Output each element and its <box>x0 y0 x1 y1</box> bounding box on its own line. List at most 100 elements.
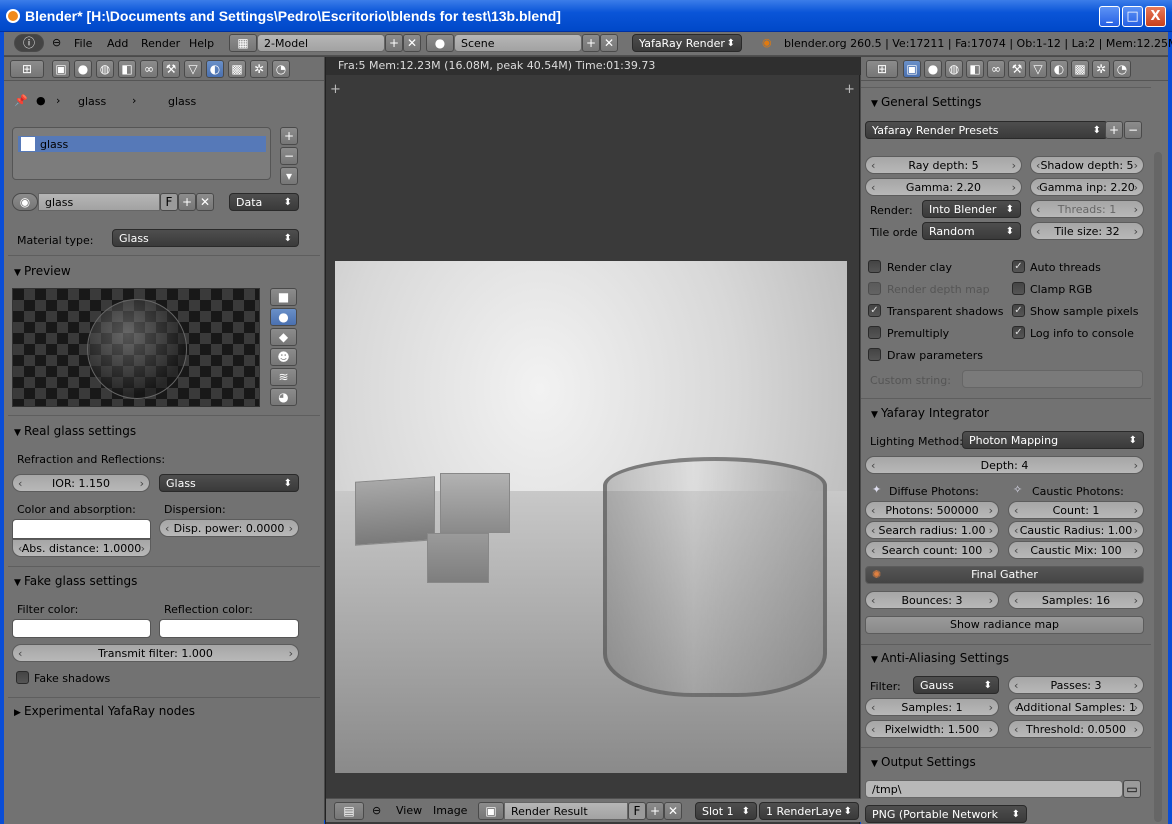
collapse-icon[interactable]: ⊖ <box>372 804 381 817</box>
render-depth-map-checkbox[interactable] <box>868 282 881 295</box>
remove-slot-icon[interactable]: − <box>280 147 298 165</box>
lighting-method-select[interactable]: Photon Mapping <box>962 431 1144 449</box>
image-browse-icon[interactable]: ▣ <box>478 802 504 820</box>
tile-size-field[interactable]: Tile size: 32 <box>1030 222 1144 240</box>
aa-filter-select[interactable]: Gauss <box>913 676 999 694</box>
caustic-radius-field[interactable]: Caustic Radius: 1.00 <box>1008 521 1144 539</box>
menu-render[interactable]: Render <box>141 37 180 50</box>
editor-type-info-icon[interactable]: ⓘ <box>14 34 44 52</box>
real-glass-header[interactable]: ▼ Real glass settings <box>14 424 136 438</box>
aa-samples-field[interactable]: Samples: 1 <box>865 698 999 716</box>
integrator-header[interactable]: ▼ Yafaray Integrator <box>871 406 989 420</box>
particles-tab-icon[interactable]: ✲ <box>250 60 268 78</box>
render-clay-checkbox[interactable] <box>868 260 881 273</box>
remove-scene-icon[interactable]: ✕ <box>600 34 618 52</box>
reflection-color-swatch[interactable] <box>159 619 299 638</box>
threshold-field[interactable]: Threshold: 0.0500 <box>1008 720 1144 738</box>
custom-string-input[interactable] <box>962 370 1143 388</box>
material-slot-row[interactable]: glass <box>18 136 266 152</box>
menu-add[interactable]: Add <box>107 37 128 50</box>
add-scene-icon[interactable]: + <box>582 34 600 52</box>
transmit-filter-field[interactable]: Transmit filter: 1.000 <box>12 644 299 662</box>
fake-shadows-checkbox[interactable] <box>16 671 29 684</box>
add-slot-icon[interactable]: + <box>280 127 298 145</box>
threads-field[interactable]: Threads: 1 <box>1030 200 1144 218</box>
additional-samples-field[interactable]: Additional Samples: 1 <box>1008 698 1144 716</box>
pixelwidth-field[interactable]: Pixelwidth: 1.500 <box>865 720 999 738</box>
screen-layout-icon[interactable]: ▦ <box>229 34 257 52</box>
general-settings-header[interactable]: ▼ General Settings <box>871 95 981 109</box>
final-gather-toggle[interactable]: ✺ Final Gather <box>865 566 1144 584</box>
world-tab-icon[interactable]: ◍ <box>945 60 963 78</box>
transparent-shadows-checkbox[interactable]: ✓ <box>868 304 881 317</box>
auto-threads-checkbox[interactable]: ✓ <box>1012 260 1025 273</box>
preview-sphere-sky-icon[interactable]: ◕ <box>270 388 297 406</box>
data-tab-icon[interactable]: ▽ <box>184 60 202 78</box>
modifiers-tab-icon[interactable]: ⚒ <box>162 60 180 78</box>
properties-toggle-icon[interactable]: + <box>844 82 855 97</box>
render-tab-icon[interactable]: ▣ <box>903 60 921 78</box>
constraints-tab-icon[interactable]: ∞ <box>987 60 1005 78</box>
preview-header[interactable]: ▼ Preview <box>14 264 71 278</box>
scene-tab-icon[interactable]: ● <box>74 60 92 78</box>
render-mode-select[interactable]: Into Blender <box>922 200 1021 218</box>
preview-sphere-icon[interactable]: ● <box>270 308 297 326</box>
new-material-icon[interactable]: + <box>178 193 196 211</box>
aa-passes-field[interactable]: Passes: 3 <box>1008 676 1144 694</box>
output-path-input[interactable]: /tmp\ <box>865 780 1123 798</box>
render-presets-select[interactable]: Yafaray Render Presets <box>865 121 1108 139</box>
disp-power-field[interactable]: Disp. power: 0.0000 <box>159 519 299 537</box>
link-data-select[interactable]: Data <box>229 193 299 211</box>
data-tab-icon[interactable]: ▽ <box>1029 60 1047 78</box>
premultiply-checkbox[interactable] <box>868 326 881 339</box>
photons-field[interactable]: Photons: 500000 <box>865 501 999 519</box>
close-button[interactable]: X <box>1145 6 1166 27</box>
physics-tab-icon[interactable]: ◔ <box>1113 60 1131 78</box>
maximize-button[interactable]: □ <box>1122 6 1143 27</box>
pin-icon[interactable]: 📌 <box>14 94 28 107</box>
editor-type-image-icon[interactable]: ▤ <box>334 802 364 820</box>
properties-scrollbar[interactable] <box>1154 152 1162 822</box>
particles-tab-icon[interactable]: ✲ <box>1092 60 1110 78</box>
texture-tab-icon[interactable]: ▩ <box>1071 60 1089 78</box>
bounces-field[interactable]: Bounces: 3 <box>865 591 999 609</box>
object-tab-icon[interactable]: ◧ <box>118 60 136 78</box>
menu-file[interactable]: File <box>74 37 92 50</box>
new-image-icon[interactable]: + <box>646 802 664 820</box>
menu-view[interactable]: View <box>396 804 422 817</box>
collapse-icon[interactable]: ⊖ <box>52 36 61 49</box>
constraints-tab-icon[interactable]: ∞ <box>140 60 158 78</box>
log-info-checkbox[interactable]: ✓ <box>1012 326 1025 339</box>
preview-cube-icon[interactable]: ◆ <box>270 328 297 346</box>
material-tab-icon[interactable]: ◐ <box>206 60 224 78</box>
breadcrumb-object[interactable]: glass <box>78 95 106 108</box>
gamma-field[interactable]: Gamma: 2.20 <box>865 178 1022 196</box>
anti-aliasing-header[interactable]: ▼ Anti-Aliasing Settings <box>871 651 1009 665</box>
ray-depth-field[interactable]: Ray depth: 5 <box>865 156 1022 174</box>
tile-order-select[interactable]: Random <box>922 222 1021 240</box>
minimize-button[interactable]: _ <box>1099 6 1120 27</box>
world-tab-icon[interactable]: ◍ <box>96 60 114 78</box>
modifiers-tab-icon[interactable]: ⚒ <box>1008 60 1026 78</box>
fake-glass-header[interactable]: ▼ Fake glass settings <box>14 574 137 588</box>
gamma-input-field[interactable]: Gamma inp: 2.20 <box>1030 178 1144 196</box>
absorption-color-swatch[interactable] <box>12 519 151 539</box>
texture-tab-icon[interactable]: ▩ <box>228 60 246 78</box>
preview-monkey-icon[interactable]: ☻ <box>270 348 297 366</box>
material-name-field[interactable]: glass <box>38 193 160 211</box>
screen-layout-field[interactable]: 2-Model <box>257 34 385 52</box>
remove-preset-icon[interactable]: − <box>1124 121 1142 139</box>
add-layout-icon[interactable]: + <box>385 34 403 52</box>
search-count-field[interactable]: Search count: 100 <box>865 541 999 559</box>
output-settings-header[interactable]: ▼ Output Settings <box>871 755 976 769</box>
render-layer-select[interactable]: 1 RenderLaye <box>759 802 859 820</box>
caustic-count-field[interactable]: Count: 1 <box>1008 501 1144 519</box>
clamp-rgb-checkbox[interactable] <box>1012 282 1025 295</box>
physics-tab-icon[interactable]: ◔ <box>272 60 290 78</box>
remove-layout-icon[interactable]: ✕ <box>403 34 421 52</box>
ior-field[interactable]: IOR: 1.150 <box>12 474 150 492</box>
unlink-material-icon[interactable]: ✕ <box>196 193 214 211</box>
folder-browse-icon[interactable]: ▭ <box>1123 780 1141 798</box>
filter-color-swatch[interactable] <box>12 619 151 638</box>
editor-type-icon[interactable]: ⊞ <box>10 60 44 78</box>
